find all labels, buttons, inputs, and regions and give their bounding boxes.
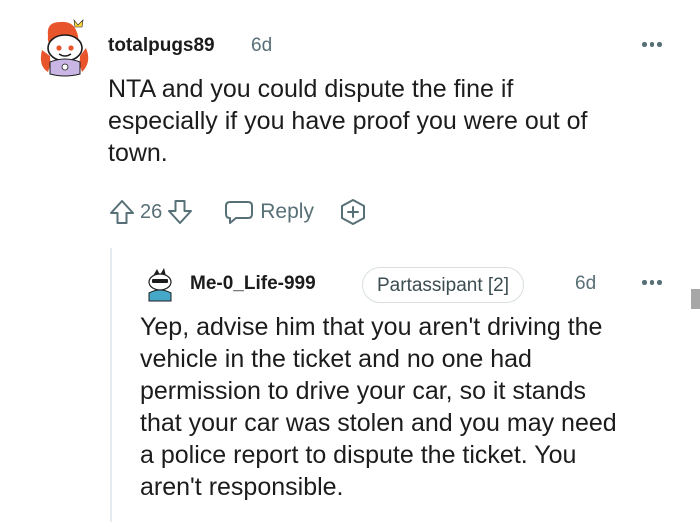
comment-line: that your car was stolen and you may nee… <box>140 409 617 437</box>
comment-author[interactable]: totalpugs89 <box>108 35 215 57</box>
comment-timestamp: 6d <box>575 273 597 294</box>
snoo-avatar-icon <box>148 268 172 302</box>
snoo-avatar-icon <box>40 18 89 77</box>
speech-bubble-icon <box>225 201 254 224</box>
comment-line: vehicle in the ticket and no one had <box>140 345 532 373</box>
ellipsis-icon <box>642 42 647 47</box>
reply-button[interactable]: Reply <box>224 198 314 226</box>
award-button[interactable] <box>338 197 368 227</box>
comment-line: Yep, advise him that you aren't driving … <box>140 313 603 341</box>
award-plus-icon <box>340 199 365 225</box>
comment-body: Yep, advise him that you aren't driving … <box>140 311 617 503</box>
arrow-down-icon <box>168 200 193 224</box>
user-flair-badge: Partassipant [2] <box>362 267 525 303</box>
comment-line: aren't responsible. <box>140 473 344 501</box>
comment-body: NTA and you could dispute the fine if es… <box>108 73 587 169</box>
avatar[interactable] <box>141 265 179 303</box>
more-options-button[interactable] <box>642 42 662 47</box>
more-options-button[interactable] <box>642 280 662 285</box>
comment-actions: 26 Reply <box>108 194 368 230</box>
vote-count: 26 <box>140 200 163 223</box>
comment-line: NTA and you could dispute the fine if <box>108 75 514 103</box>
ellipsis-icon <box>642 280 647 285</box>
comment-timestamp: 6d <box>251 35 273 56</box>
comment-line: especially if you have proof you were ou… <box>108 107 588 135</box>
downvote-button[interactable] <box>166 198 194 226</box>
comment-line: town. <box>108 139 168 167</box>
comment-thread: totalpugs89 6d NTA and you could dispute… <box>0 0 700 522</box>
scrollbar-thumb[interactable] <box>691 289 700 309</box>
reply-label: Reply <box>260 200 314 223</box>
arrow-up-icon <box>110 200 134 224</box>
avatar[interactable] <box>36 16 94 78</box>
thread-line[interactable] <box>110 248 112 522</box>
comment-author[interactable]: Me-0_Life-999 <box>190 273 316 295</box>
upvote-button[interactable] <box>108 198 136 226</box>
comment-line: a police report to dispute the ticket. Y… <box>140 441 577 469</box>
comment-line: permission to drive your car, so it stan… <box>140 377 587 405</box>
